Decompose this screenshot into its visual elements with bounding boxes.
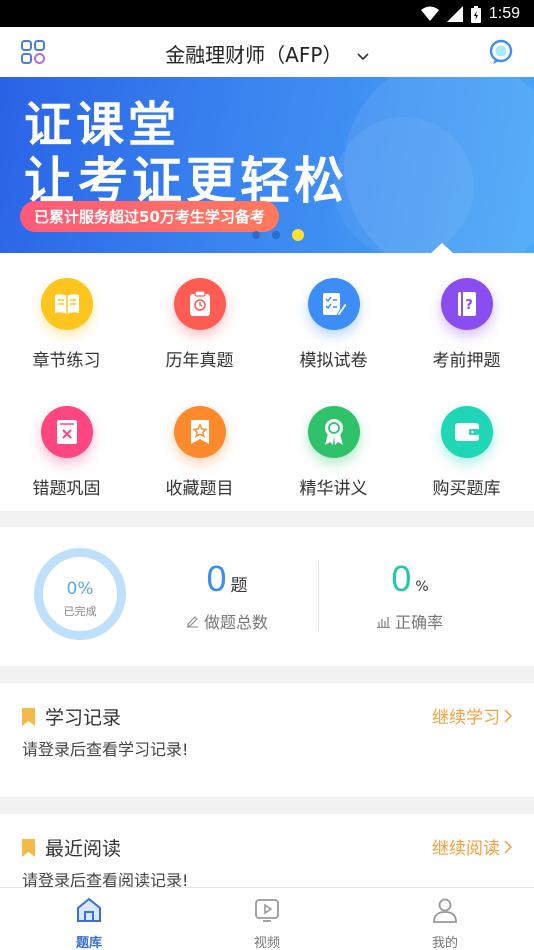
feature-grid: 章节练习 历年真题 模拟试卷 ? 考前押题 错题巩固 收藏题目 精华讲义 购买题… [0, 253, 534, 511]
stats-divider [318, 561, 319, 631]
banner-decoration [334, 117, 474, 253]
page-title: 金融理财师（AFP） [165, 43, 343, 67]
menu-predicted-questions[interactable]: ? 考前押题 [400, 253, 533, 373]
nav-label: 我的 [431, 936, 458, 950]
award-icon [308, 406, 360, 458]
bar-chart-icon [376, 617, 390, 629]
menu-wrong-questions[interactable]: 错题巩固 [0, 381, 133, 501]
promo-banner[interactable]: 证课堂 让考证更轻松 已累计服务超过50万考生学习备考 [0, 77, 534, 253]
menu-label: 收藏题目 [165, 479, 234, 499]
total-count: 0 [206, 558, 227, 599]
study-record-message: 请登录后查看学习记录! [22, 740, 189, 759]
continue-reading-link[interactable]: 继续阅读 [432, 834, 512, 859]
bookmark-icon [22, 707, 35, 726]
exam-selector[interactable]: 金融理财师（AFP） [0, 39, 534, 68]
total-questions-stat: 0题 做题总数 [152, 559, 302, 633]
status-bar: 1:59 [0, 0, 534, 27]
menu-label: 章节练习 [32, 351, 101, 371]
stats-card: 0% 已完成 0题 做题总数 0% 正确率 [0, 527, 534, 666]
chat-bubble-icon [489, 39, 513, 64]
continue-study-link[interactable]: 继续学习 [432, 703, 512, 728]
recent-reading-card: 最近阅读 继续阅读 请登录后查看阅读记录! [0, 814, 534, 887]
star-bookmark-icon [174, 406, 226, 458]
banner-notch [431, 243, 453, 253]
home-icon [77, 897, 101, 922]
menu-past-exams[interactable]: 历年真题 [133, 253, 266, 373]
menu-label: 历年真题 [165, 351, 234, 371]
question-notebook-icon: ? [441, 278, 493, 330]
accuracy-value: 0 [391, 558, 412, 599]
bottom-nav: 题库 视频 我的 [0, 887, 534, 950]
nav-video[interactable]: 视频 [207, 896, 327, 950]
wifi-icon [420, 6, 439, 21]
carousel-dot-active[interactable] [292, 229, 304, 241]
accuracy-label: 正确率 [395, 613, 444, 632]
battery-icon [470, 5, 481, 23]
nav-label: 题库 [75, 936, 102, 950]
continue-study-label: 继续学习 [432, 708, 500, 728]
recent-reading-title: 最近阅读 [45, 838, 122, 860]
app-header: 金融理财师（AFP） [0, 27, 534, 77]
nav-profile[interactable]: 我的 [385, 896, 505, 950]
svg-text:?: ? [465, 298, 473, 313]
wallet-icon [441, 406, 493, 458]
banner-tagline: 已累计服务超过50万考生学习备考 [20, 201, 279, 232]
total-unit: 题 [230, 576, 248, 596]
clipboard-clock-icon [174, 278, 226, 330]
customer-service-button[interactable] [488, 39, 514, 65]
signal-icon [446, 6, 463, 22]
menu-label: 购买题库 [432, 479, 501, 499]
menu-label: 模拟试卷 [299, 351, 368, 371]
completion-ring: 0% 已完成 [34, 548, 126, 640]
continue-reading-label: 继续阅读 [432, 839, 500, 859]
menu-label: 精华讲义 [299, 479, 368, 499]
status-icons: 1:59 [420, 4, 520, 24]
status-time: 1:59 [488, 5, 520, 22]
accuracy-unit: % [415, 579, 429, 595]
menu-essential-notes[interactable]: 精华讲义 [267, 381, 400, 501]
total-label: 做题总数 [204, 613, 269, 632]
accuracy-stat: 0% 正确率 [335, 559, 485, 633]
bookmark-icon [22, 838, 35, 857]
pencil-icon [186, 616, 198, 628]
menu-label: 错题巩固 [32, 479, 101, 499]
study-record-title: 学习记录 [45, 707, 122, 729]
chevron-right-icon [504, 839, 512, 854]
recent-reading-message: 请登录后查看阅读记录! [22, 871, 189, 887]
nav-question-bank[interactable]: 题库 [29, 896, 149, 950]
book-icon [41, 278, 93, 330]
carousel-dot[interactable] [272, 231, 280, 239]
completion-label: 已完成 [63, 605, 97, 618]
video-icon [255, 899, 279, 922]
checklist-pen-icon [308, 278, 360, 330]
completion-percent: 0% [66, 579, 94, 599]
carousel-indicator [252, 229, 304, 241]
menu-chapter-practice[interactable]: 章节练习 [0, 253, 133, 373]
menu-buy-question-bank[interactable]: 购买题库 [400, 381, 533, 501]
menu-favorites[interactable]: 收藏题目 [133, 381, 266, 501]
user-icon [433, 898, 457, 923]
menu-label: 考前押题 [432, 351, 501, 371]
wrong-book-icon [41, 406, 93, 458]
nav-label: 视频 [253, 936, 280, 950]
chevron-right-icon [504, 708, 512, 723]
menu-mock-exam[interactable]: 模拟试卷 [267, 253, 400, 373]
study-record-card: 学习记录 继续学习 请登录后查看学习记录! [0, 683, 534, 797]
chevron-down-icon [357, 52, 369, 60]
carousel-dot[interactable] [252, 231, 260, 239]
